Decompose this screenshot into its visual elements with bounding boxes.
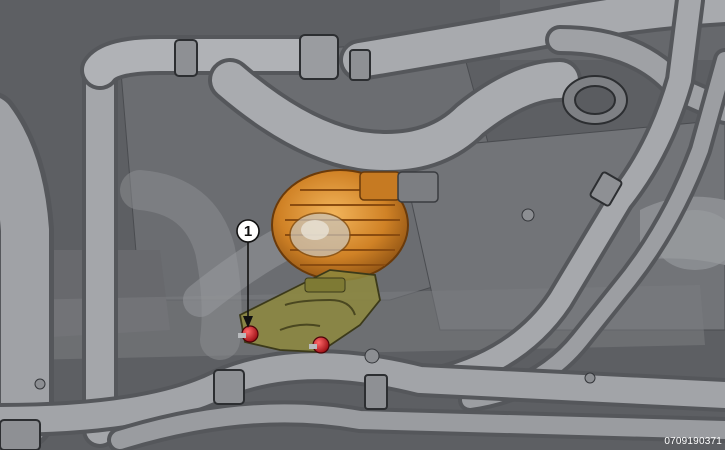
illustration-canvas: 1: [0, 0, 725, 450]
pump-mounting-illustration: 1 0709190371: [0, 0, 725, 450]
figure-id-label: 0709190371: [664, 436, 722, 447]
callout-1-number: 1: [244, 223, 252, 240]
